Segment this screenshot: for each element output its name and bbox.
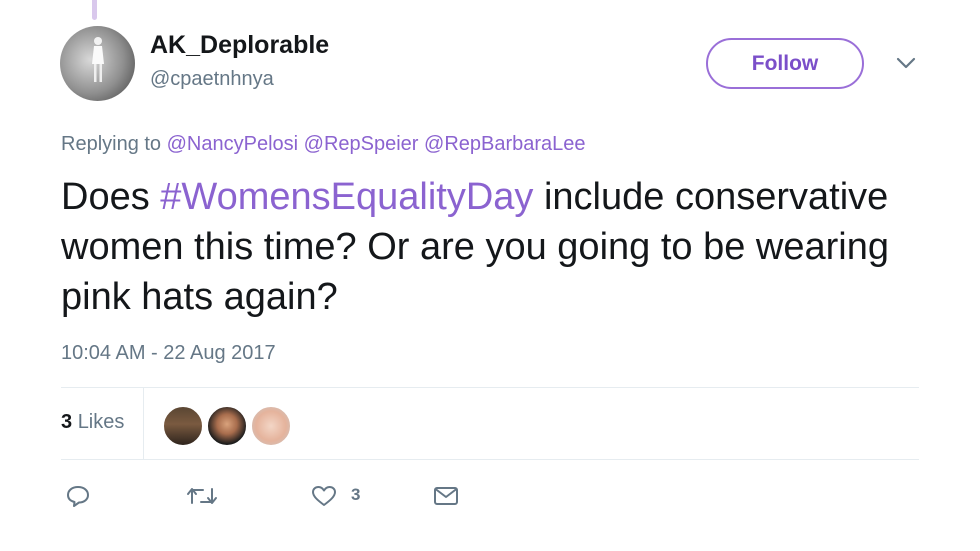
envelope-icon[interactable] <box>432 484 460 508</box>
reply-icon[interactable] <box>65 484 91 508</box>
replying-to-line: Replying to @NancyPelosi @RepSpeier @Rep… <box>61 133 586 156</box>
like-action-count: 3 <box>351 485 361 504</box>
divider <box>61 387 919 388</box>
tweet-timestamp[interactable]: 10:04 AM - 22 Aug 2017 <box>61 342 276 365</box>
user-handle[interactable]: @cpaetnhnya <box>150 68 274 91</box>
liker-avatar[interactable] <box>250 405 292 447</box>
avatar-figure-icon <box>92 37 104 82</box>
mention-link[interactable]: @NancyPelosi <box>167 133 298 155</box>
tweet-text: Does #WomensEqualityDay include conserva… <box>61 172 931 322</box>
replying-to-label: Replying to <box>61 133 162 155</box>
mention-link[interactable]: @RepBarbaraLee <box>424 133 586 155</box>
heart-icon[interactable] <box>310 484 338 508</box>
retweet-icon[interactable] <box>186 484 218 508</box>
stats-separator <box>143 388 144 459</box>
liker-avatar[interactable] <box>206 405 248 447</box>
tweet-text-start: Does <box>61 176 161 218</box>
hashtag-link[interactable]: #WomensEqualityDay <box>160 176 533 218</box>
chevron-down-icon[interactable] <box>895 55 917 71</box>
display-name[interactable]: AK_Deplorable <box>150 31 329 60</box>
divider <box>61 459 919 460</box>
liker-avatar[interactable] <box>162 405 204 447</box>
follow-button[interactable]: Follow <box>706 38 864 89</box>
likes-count: 3 <box>61 411 73 433</box>
avatar[interactable] <box>60 26 135 101</box>
likes-label: Likes <box>77 411 125 433</box>
mention-link[interactable]: @RepSpeier <box>304 133 419 155</box>
thread-connector <box>92 0 97 20</box>
likes-stat[interactable]: 3 Likes <box>61 411 124 434</box>
